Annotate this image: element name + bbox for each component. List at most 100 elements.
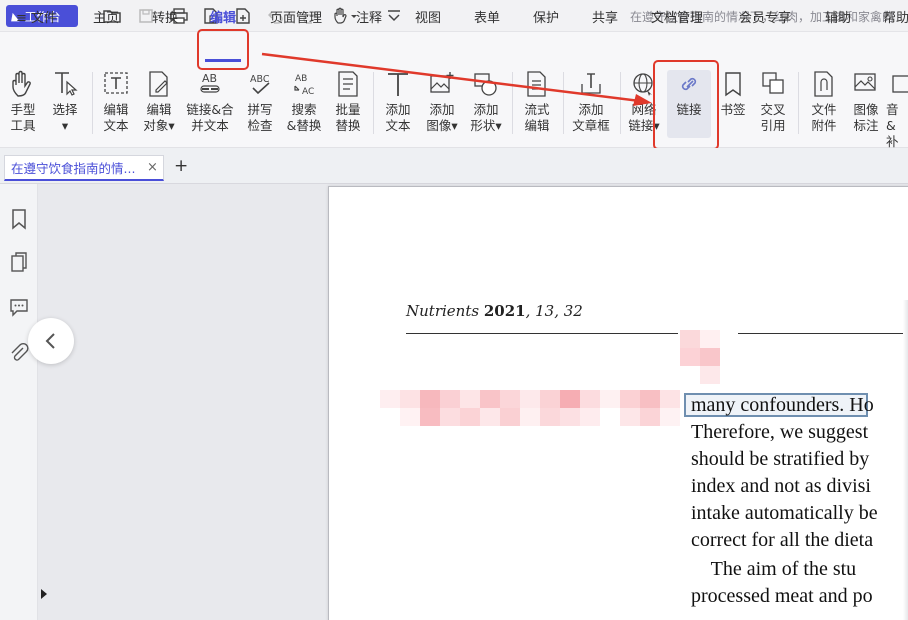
new-tab-button[interactable]: +	[174, 156, 188, 176]
expand-triangle-icon[interactable]	[41, 589, 47, 599]
edit-object-button[interactable]: 编辑 对象▾	[137, 70, 181, 134]
menu-forms[interactable]: 表单	[474, 7, 500, 26]
flow-edit-button[interactable]: 流式 编辑	[515, 70, 559, 134]
menu-document-management[interactable]: 文档管理	[651, 7, 703, 26]
tool-label-line1: 文件	[811, 102, 837, 117]
tool-label-line1: 音	[886, 102, 899, 117]
add-shape-button[interactable]: 添加 形状▾	[464, 70, 508, 134]
menu-file[interactable]: ≡ 文件	[16, 7, 57, 26]
journal-volume: , 13, 32	[525, 302, 583, 320]
ribbon-separator	[92, 72, 93, 134]
add-image-icon	[420, 70, 464, 98]
hand-icon	[1, 70, 45, 98]
tool-label-line1: 添加	[578, 102, 604, 117]
menu-bar	[0, 32, 908, 62]
link-merge-icon: AB	[184, 70, 236, 98]
file-attachment-button[interactable]: 文件 附件	[802, 70, 846, 134]
tool-label-line2: 形状▾	[470, 118, 502, 133]
hand-tool-button[interactable]: 手型 工具	[1, 70, 45, 134]
journal-citation: Nutrients 2021, 13, 32	[406, 302, 583, 320]
svg-text:AC: AC	[302, 87, 314, 97]
comments-panel-icon[interactable]	[9, 296, 29, 318]
search-replace-icon: AB AC	[282, 70, 326, 98]
menu-annotate[interactable]: 注释	[356, 7, 382, 26]
left-sidebar-rail	[0, 184, 38, 620]
menu-help[interactable]: 帮助	[883, 7, 908, 26]
add-image-button[interactable]: 添加 图像▾	[420, 70, 464, 134]
cross-reference-button[interactable]: 交叉 引用	[751, 70, 795, 134]
collapse-sidebar-button[interactable]	[28, 318, 74, 364]
tool-label-line1: 批量	[335, 102, 361, 117]
menu-member[interactable]: 会员专享	[739, 7, 791, 26]
tool-label-line2: 编辑	[524, 118, 550, 133]
pages-panel-icon[interactable]	[9, 252, 29, 274]
ribbon-separator	[373, 72, 374, 134]
batch-replace-button[interactable]: 批量 替换	[326, 70, 370, 134]
file-attachment-icon	[802, 70, 846, 98]
article-box-icon	[566, 70, 616, 98]
tool-label-line1: 流式	[524, 102, 550, 117]
tool-label-line2: &替换	[286, 118, 322, 133]
add-article-box-button[interactable]: 添加 文章框	[566, 70, 616, 134]
image-annotation-button[interactable]: 图像 标注	[844, 70, 888, 134]
search-replace-button[interactable]: AB AC 搜索 &替换	[282, 70, 326, 134]
body-text-line: many confounders. Ho	[691, 394, 874, 416]
menu-share[interactable]: 共享	[592, 7, 618, 26]
tool-label-line1: 拼写	[247, 102, 273, 117]
body-text-line: intake automatically be	[691, 502, 878, 524]
tool-label-line2: 替换	[335, 118, 361, 133]
menu-accessibility[interactable]: 辅助	[825, 7, 851, 26]
menu-page-management[interactable]: 页面管理	[270, 7, 322, 26]
tool-label-line2: 图像▾	[426, 118, 458, 133]
customize-dropdown-icon[interactable]	[384, 6, 404, 26]
body-text-line: The aim of the stu	[691, 558, 857, 580]
batch-replace-icon	[326, 70, 370, 98]
tool-label-line1: 链接&合	[186, 102, 234, 117]
menu-protect[interactable]: 保护	[533, 7, 559, 26]
tool-label-line1: 编辑	[103, 102, 129, 117]
tool-label-line1: 选择	[52, 102, 78, 117]
header-rule-left	[406, 333, 678, 334]
tool-label-line1: 交叉	[760, 102, 786, 117]
tool-label-line2: ▾	[61, 118, 69, 133]
ribbon-separator	[620, 72, 621, 134]
audio-video-button[interactable]: 音 & 补	[886, 70, 908, 150]
spell-check-button[interactable]: ABC 拼写 检查	[238, 70, 282, 134]
media-icon	[890, 70, 908, 98]
menu-edit[interactable]: 编辑	[210, 7, 236, 26]
tool-label-line1: 添加	[473, 102, 499, 117]
body-text-line: Therefore, we suggest	[691, 421, 869, 443]
svg-text:AB: AB	[295, 74, 307, 84]
select-tool-button[interactable]: 选择 ▾	[43, 70, 87, 134]
document-tab[interactable]: 在遵守饮食指南的情... ×	[4, 155, 164, 181]
tool-label-line2: 文本	[103, 118, 129, 133]
body-text-line: correct for all the dieta	[691, 529, 874, 551]
tool-label-line2: 检查	[247, 118, 273, 133]
tool-label-line1: 图像	[853, 102, 879, 117]
body-text-line: processed meat and po	[691, 585, 873, 607]
bookmark-panel-icon[interactable]	[9, 208, 29, 230]
chevron-left-icon	[45, 333, 55, 349]
link-merge-text-button[interactable]: AB 链接&合 并文本	[184, 70, 236, 134]
edit-menu-highlight-box	[197, 29, 249, 70]
add-text-icon	[376, 70, 420, 98]
attachments-panel-icon[interactable]	[9, 342, 29, 364]
ribbon-separator	[512, 72, 513, 134]
menu-home[interactable]: 主页	[93, 7, 119, 26]
menu-view[interactable]: 视图	[415, 7, 441, 26]
body-text-line: index and not as divisi	[691, 475, 871, 497]
add-text-button[interactable]: 添加 文本	[376, 70, 420, 134]
menu-convert[interactable]: 转换	[152, 7, 178, 26]
body-text-line: should be stratified by	[691, 448, 870, 470]
journal-name: Nutrients	[406, 302, 480, 320]
tool-label-line2: 标注	[853, 118, 879, 133]
journal-year: 2021	[483, 302, 526, 320]
next-page-edge	[903, 300, 908, 620]
tool-label-line2: 对象▾	[143, 118, 175, 133]
ribbon-separator	[563, 72, 564, 134]
tool-label-line2: 引用	[760, 118, 786, 133]
tool-label-line2: 文章框	[572, 118, 610, 133]
svg-text:ABC: ABC	[250, 74, 270, 85]
edit-text-button[interactable]: 编辑 文本	[94, 70, 138, 134]
close-tab-icon[interactable]: ×	[147, 160, 158, 175]
